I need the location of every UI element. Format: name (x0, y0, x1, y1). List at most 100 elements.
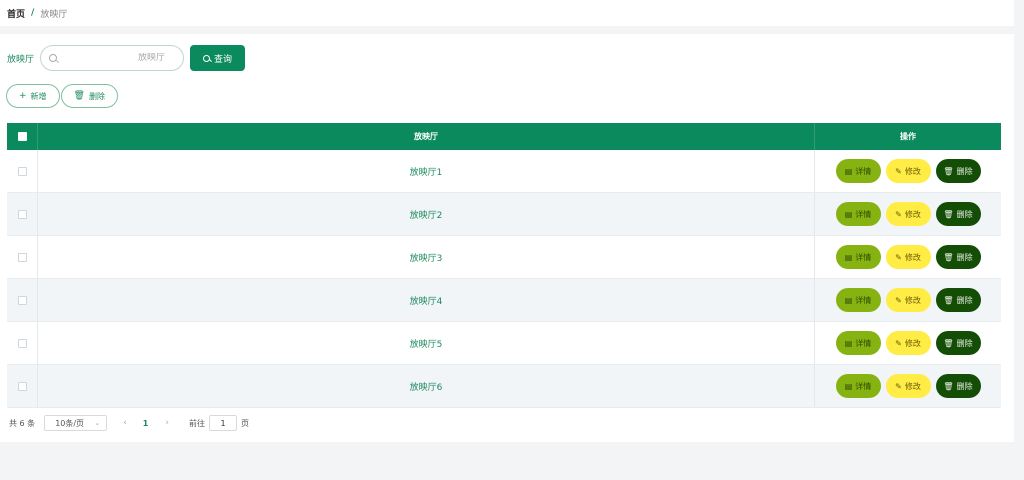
breadcrumb-separator: / (31, 8, 35, 18)
breadcrumb: 首页 / 放映厅 (0, 0, 1014, 26)
document-icon: ▤ (844, 295, 853, 305)
detail-button[interactable]: ▤ 详情 (835, 331, 881, 355)
edit-label: 修改 (904, 338, 921, 348)
delete-button[interactable]: 🗑 删除 (935, 245, 981, 269)
detail-label: 详情 (855, 295, 872, 305)
table-row: 放映厅4 ▤ 详情 ✎ 修改 🗑 删除 (7, 279, 1001, 322)
hall-name: 放映厅6 (409, 382, 443, 393)
detail-button[interactable]: ▤ 详情 (835, 245, 881, 269)
action-row: + 新增 🗑 删除 (6, 84, 118, 108)
add-button[interactable]: + 新增 (6, 84, 60, 108)
row-checkbox[interactable] (17, 252, 27, 262)
detail-button[interactable]: ▤ 详情 (835, 374, 881, 398)
delete-label: 删除 (956, 209, 973, 219)
hall-name: 放映厅2 (409, 210, 443, 221)
pagination: 共 6 条 10条/页 ⌄ ‹ 1 › 前往 页 (9, 415, 249, 431)
pencil-icon: ✎ (895, 381, 902, 391)
detail-button[interactable]: ▤ 详情 (835, 159, 881, 183)
row-actions: ▤ 详情 ✎ 修改 🗑 删除 (815, 322, 1001, 364)
trash-icon: 🗑 (943, 166, 954, 176)
table-row: 放映厅2 ▤ 详情 ✎ 修改 🗑 删除 (7, 193, 1001, 236)
edit-button[interactable]: ✎ 修改 (885, 245, 931, 269)
edit-label: 修改 (904, 209, 921, 219)
goto-page-input[interactable] (208, 415, 237, 431)
trash-icon: 🗑 (73, 91, 85, 101)
edit-button[interactable]: ✎ 修改 (885, 202, 931, 226)
trash-icon: 🗑 (943, 338, 954, 348)
edit-label: 修改 (904, 295, 921, 305)
trash-icon: 🗑 (943, 381, 954, 391)
row-actions: ▤ 详情 ✎ 修改 🗑 删除 (815, 279, 1001, 321)
hall-name: 放映厅5 (409, 339, 443, 350)
row-checkbox[interactable] (17, 381, 27, 391)
detail-label: 详情 (855, 252, 872, 262)
select-all-checkbox[interactable] (17, 132, 27, 141)
detail-button[interactable]: ▤ 详情 (835, 202, 881, 226)
prev-page-button[interactable]: ‹ (123, 418, 127, 428)
add-button-label: 新增 (30, 91, 47, 101)
pencil-icon: ✎ (895, 166, 902, 176)
delete-button[interactable]: 🗑 删除 (935, 331, 981, 355)
detail-label: 详情 (855, 166, 872, 176)
row-checkbox[interactable] (17, 295, 27, 305)
search-row: 放映厅 查询 (7, 45, 246, 71)
edit-button[interactable]: ✎ 修改 (885, 288, 931, 312)
next-page-button[interactable]: › (165, 418, 169, 428)
page-number-button[interactable]: 1 (143, 419, 149, 428)
detail-label: 详情 (855, 209, 872, 219)
search-label: 放映厅 (7, 54, 35, 65)
document-icon: ▤ (844, 252, 853, 262)
detail-label: 详情 (855, 381, 872, 391)
delete-button[interactable]: 🗑 删除 (935, 159, 981, 183)
row-actions: ▤ 详情 ✎ 修改 🗑 删除 (815, 150, 1001, 192)
detail-label: 详情 (855, 338, 872, 348)
goto-unit: 页 (240, 418, 249, 428)
document-icon: ▤ (844, 209, 853, 219)
edit-button[interactable]: ✎ 修改 (885, 331, 931, 355)
row-actions: ▤ 详情 ✎ 修改 🗑 删除 (815, 193, 1001, 235)
search-icon (203, 54, 210, 62)
search-input[interactable] (57, 53, 166, 63)
delete-label: 删除 (956, 381, 973, 391)
table-header: 放映厅 操作 (7, 123, 1001, 150)
edit-button[interactable]: ✎ 修改 (885, 159, 931, 183)
delete-label: 删除 (956, 252, 973, 262)
breadcrumb-home[interactable]: 首页 (7, 7, 25, 20)
edit-label: 修改 (904, 252, 921, 262)
delete-label: 删除 (956, 338, 973, 348)
pencil-icon: ✎ (895, 338, 902, 348)
page-size-select[interactable]: 10条/页 ⌄ (44, 415, 108, 431)
search-icon (49, 54, 58, 62)
pencil-icon: ✎ (895, 252, 902, 262)
query-button-label: 查询 (214, 54, 233, 65)
trash-icon: 🗑 (943, 209, 954, 219)
query-button[interactable]: 查询 (190, 45, 246, 71)
table-row: 放映厅6 ▤ 详情 ✎ 修改 🗑 删除 (7, 365, 1001, 408)
row-actions: ▤ 详情 ✎ 修改 🗑 删除 (815, 236, 1001, 278)
detail-button[interactable]: ▤ 详情 (835, 288, 881, 312)
delete-button[interactable]: 🗑 删除 (935, 202, 981, 226)
document-icon: ▤ (844, 166, 853, 176)
search-box[interactable] (40, 45, 185, 71)
edit-label: 修改 (904, 381, 921, 391)
document-icon: ▤ (844, 381, 853, 391)
bulk-delete-button[interactable]: 🗑 删除 (60, 84, 118, 108)
chevron-down-icon: ⌄ (94, 419, 101, 427)
column-header-operation: 操作 (900, 132, 916, 141)
delete-label: 删除 (956, 166, 973, 176)
edit-label: 修改 (904, 166, 921, 176)
table-row: 放映厅1 ▤ 详情 ✎ 修改 🗑 删除 (7, 150, 1001, 193)
delete-button[interactable]: 🗑 删除 (935, 288, 981, 312)
row-checkbox[interactable] (17, 338, 27, 348)
edit-button[interactable]: ✎ 修改 (885, 374, 931, 398)
row-checkbox[interactable] (17, 166, 27, 176)
total-count: 共 6 条 (9, 418, 36, 428)
pencil-icon: ✎ (895, 295, 902, 305)
delete-button[interactable]: 🗑 删除 (935, 374, 981, 398)
row-actions: ▤ 详情 ✎ 修改 🗑 删除 (815, 365, 1001, 407)
document-icon: ▤ (844, 338, 853, 348)
hall-name: 放映厅4 (409, 296, 443, 307)
row-checkbox[interactable] (17, 209, 27, 219)
breadcrumb-current: 放映厅 (40, 9, 68, 20)
table-row: 放映厅3 ▤ 详情 ✎ 修改 🗑 删除 (7, 236, 1001, 279)
